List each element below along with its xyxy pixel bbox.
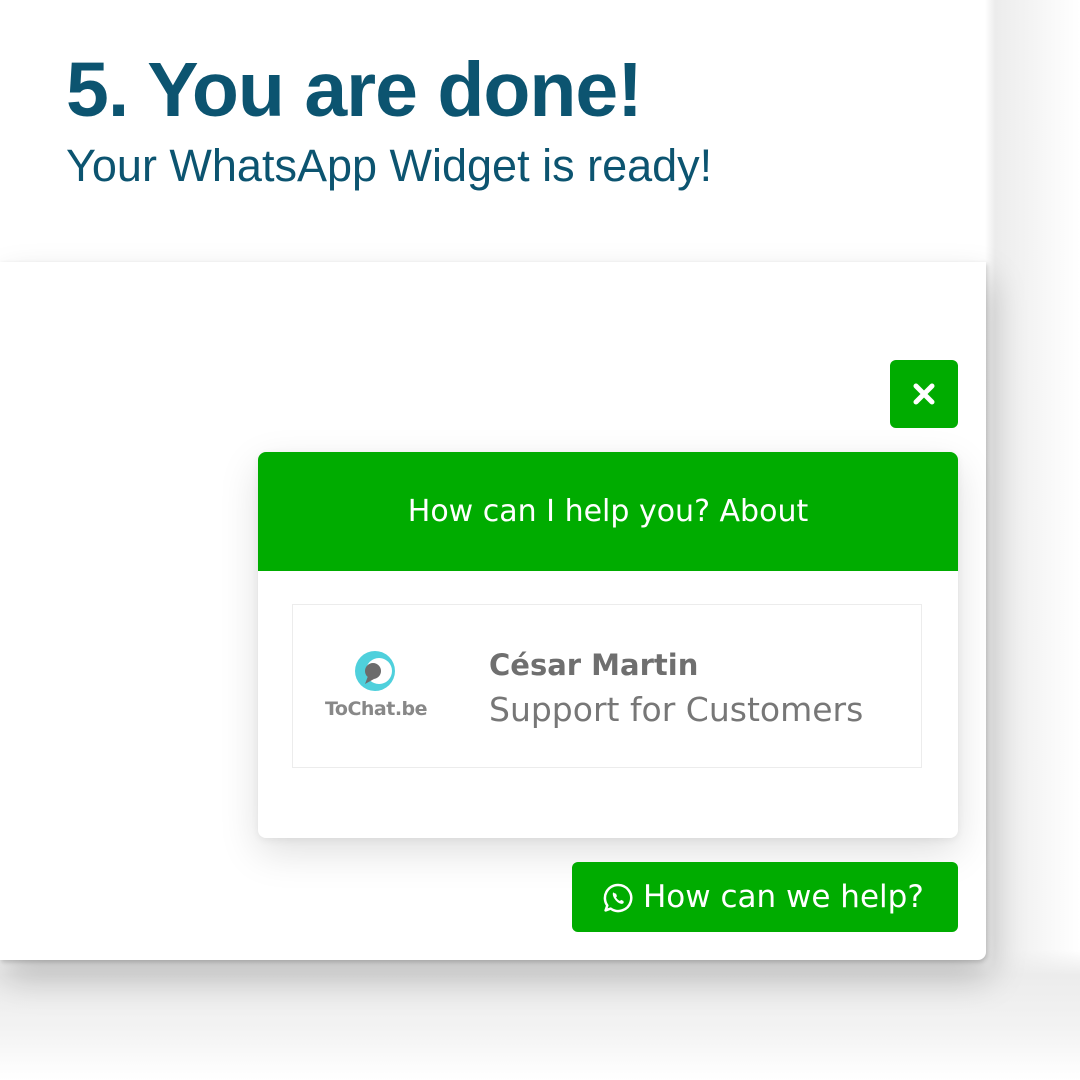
tochat-logo-icon [355,651,395,691]
whatsapp-launcher-button[interactable]: How can we help? [572,862,958,932]
whatsapp-icon [603,883,633,913]
close-widget-button[interactable] [890,360,958,428]
launcher-label: How can we help? [643,879,924,915]
chat-widget-panel: How can I help you? About ToChat.be Césa… [258,452,958,838]
page-subtitle: Your WhatsApp Widget is ready! [66,140,713,191]
page-title: 5. You are done! [66,47,643,133]
agent-card[interactable]: ToChat.be César Martin Support for Custo… [292,604,922,768]
close-icon [913,383,935,405]
agent-role: Support for Customers [489,690,864,729]
agent-name: César Martin [489,648,699,682]
tochat-logo-text: ToChat.be [324,698,428,720]
agent-avatar: ToChat.be [315,645,437,729]
chat-header: How can I help you? About [258,452,958,571]
